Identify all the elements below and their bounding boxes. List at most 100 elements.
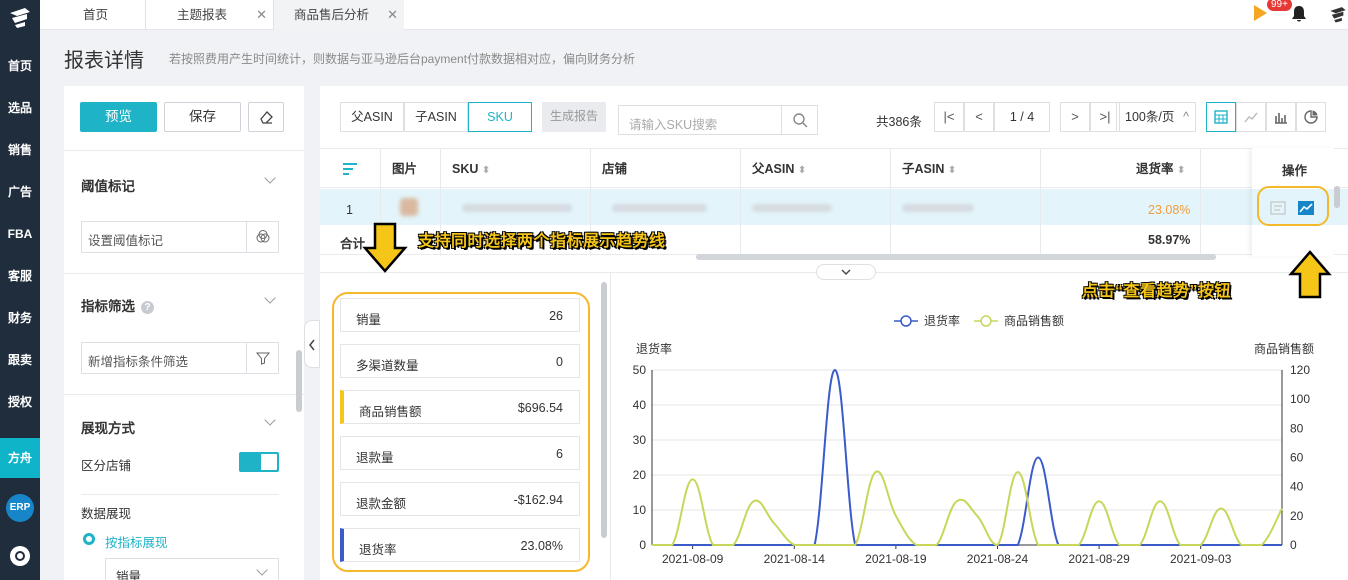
metric-name: 退款金额 [356, 497, 407, 511]
next-page-button[interactable]: > [1060, 102, 1090, 132]
sort-icon[interactable]: ⬍ [798, 165, 806, 176]
close-icon[interactable]: ✕ [256, 0, 267, 30]
nav-item-auth[interactable]: 授权 [0, 382, 40, 422]
first-page-button[interactable]: |< [934, 102, 964, 132]
sort-icon[interactable]: ⬍ [482, 165, 490, 176]
split-store-toggle[interactable] [239, 452, 279, 472]
threshold-placeholder: 设置阈值标记 [88, 234, 164, 248]
nav-item-service[interactable]: 客服 [0, 256, 40, 296]
segment-parent-asin[interactable]: 父ASIN [340, 102, 404, 132]
bar-chart-icon [1275, 113, 1287, 124]
chevron-left-icon [309, 339, 315, 351]
sku-search-input[interactable]: 请输入SKU搜索 [618, 105, 818, 135]
metric-multichannel-qty[interactable]: 多渠道数量 0 [340, 344, 580, 378]
metric-value: 0 [556, 355, 563, 369]
bell-icon[interactable] [1291, 5, 1307, 23]
header-child-asin[interactable]: 子ASIN ⬍ [902, 149, 956, 189]
search-icon[interactable] [781, 106, 817, 134]
table-vertical-scrollbar[interactable] [1334, 186, 1340, 208]
eraser-button[interactable] [248, 102, 284, 132]
nav-item-home[interactable]: 首页 [0, 46, 40, 86]
nav-item-ads[interactable]: 广告 [0, 172, 40, 212]
nav-item-selection[interactable]: 选品 [0, 88, 40, 128]
header-parent-asin[interactable]: 父ASIN ⬍ [752, 149, 806, 189]
segment-sku[interactable]: SKU [468, 102, 532, 132]
save-button[interactable]: 保存 [164, 102, 241, 132]
metrics-scrollbar[interactable] [601, 282, 607, 538]
column-settings-icon[interactable] [342, 149, 358, 189]
divider [64, 273, 304, 274]
nav-item-sales[interactable]: 销售 [0, 130, 40, 170]
metric-name: 退货率 [359, 543, 397, 557]
page-size-select[interactable]: 100条/页 ^ [1116, 102, 1196, 132]
nav-item-follow[interactable]: 跟卖 [0, 340, 40, 380]
nav-item-finance[interactable]: 财务 [0, 298, 40, 338]
help-icon[interactable] [10, 546, 30, 566]
sort-icon[interactable]: ⬍ [948, 165, 956, 176]
table-view-button[interactable] [1206, 102, 1236, 132]
tab-bar: 首页 主题报表 ✕ 商品售后分析 ✕ 99+ [40, 0, 1348, 30]
y-right-tick-label: 100 [1290, 392, 1310, 406]
flag-icon[interactable] [1254, 5, 1267, 21]
tab-label: 首页 [83, 8, 109, 22]
x-tick-label: 2021-08-29 [1068, 552, 1130, 566]
collapse-panel-button[interactable] [304, 320, 320, 368]
row-index: 1 [346, 203, 353, 217]
user-avatar-icon[interactable] [1328, 4, 1348, 24]
generate-report-button[interactable]: 生成报告 [542, 102, 606, 132]
by-metric-radio[interactable] [83, 533, 95, 545]
nav-item-fba[interactable]: FBA [0, 214, 40, 254]
filter-field[interactable]: 新增指标条件筛选 [81, 342, 279, 374]
metric-sales-qty[interactable]: 销量 26 [340, 298, 580, 332]
segment-child-asin[interactable]: 子ASIN [404, 102, 468, 132]
page-input[interactable]: 1 / 4 [994, 102, 1050, 132]
header-return-rate[interactable]: 退货率 ⬍ [1136, 149, 1185, 189]
metric-value: -$162.94 [513, 493, 563, 507]
funnel-icon[interactable] [246, 343, 278, 373]
nav-item-erp[interactable]: ERP [6, 494, 34, 522]
logo-icon[interactable] [6, 4, 34, 32]
divider [64, 394, 304, 395]
toggle-split-button[interactable] [816, 264, 876, 280]
by-metric-label[interactable]: 按指标展现 [105, 532, 168, 551]
panel-scrollbar[interactable] [296, 350, 302, 412]
metric-sales-amount[interactable]: 商品销售额 $696.54 [340, 390, 580, 424]
y-left-tick-label: 20 [633, 468, 647, 482]
annotation-multi-metric: 支持同时选择两个指标展示趋势线 [418, 233, 666, 250]
column-divider [1200, 148, 1201, 256]
table-row[interactable]: 1 23.08% [320, 189, 1348, 225]
nav-item-ark[interactable]: 方舟 [0, 438, 40, 478]
metric-refund-amount[interactable]: 退款金额 -$162.94 [340, 482, 580, 516]
chevron-down-icon[interactable] [264, 172, 276, 184]
close-icon[interactable]: ✕ [387, 0, 398, 30]
preview-button[interactable]: 预览 [80, 102, 157, 132]
metric-refund-qty[interactable]: 退款量 6 [340, 436, 580, 470]
threshold-field[interactable]: 设置阈值标记 [81, 221, 279, 253]
metric-value: 23.08% [520, 539, 563, 553]
y-right-tick-label: 0 [1290, 538, 1297, 552]
page-current: 1 [1009, 110, 1017, 124]
calculator-icon [1214, 110, 1228, 124]
y-left-tick-label: 50 [633, 363, 647, 377]
prev-page-button[interactable]: < [964, 102, 994, 132]
tab-home[interactable]: 首页 [40, 0, 146, 30]
palette-icon[interactable] [246, 222, 278, 252]
table-horizontal-scrollbar[interactable] [696, 254, 1216, 260]
page-total: / 4 [1020, 110, 1035, 124]
line-view-button[interactable] [1236, 102, 1266, 132]
help-icon[interactable]: ? [141, 301, 154, 314]
metric-return-rate[interactable]: 退货率 23.08% [340, 528, 580, 562]
bar-view-button[interactable] [1266, 102, 1296, 132]
line-chart-icon [1244, 112, 1258, 123]
chevron-down-icon[interactable] [264, 414, 276, 426]
metric-name: 多渠道数量 [356, 359, 419, 373]
y-left-tick-label: 0 [639, 538, 646, 552]
sort-icon[interactable]: ⬍ [1177, 165, 1185, 176]
chevron-down-icon[interactable] [264, 292, 276, 304]
header-sku[interactable]: SKU ⬍ [452, 149, 490, 189]
tab-product-aftersale[interactable]: 商品售后分析 ✕ [274, 0, 404, 30]
pie-view-button[interactable] [1296, 102, 1326, 132]
tab-theme-report[interactable]: 主题报表 ✕ [146, 0, 274, 30]
page-title: 报表详情 [64, 50, 144, 72]
metric-select[interactable]: 销量 [105, 558, 279, 580]
